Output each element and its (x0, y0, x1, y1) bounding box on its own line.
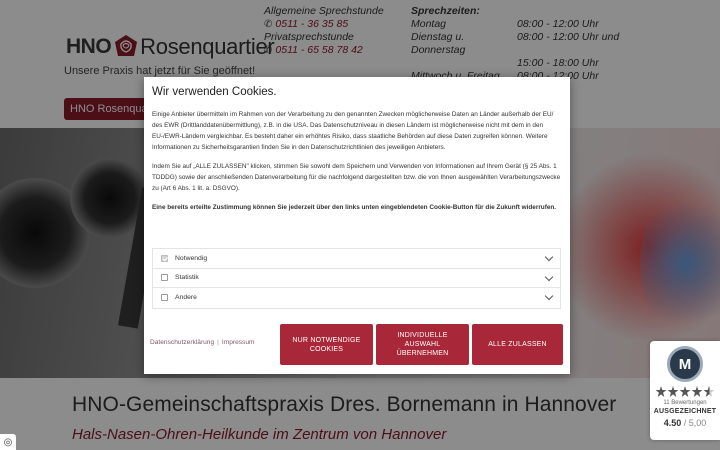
star-icon (691, 386, 703, 397)
rating-stars (650, 386, 720, 397)
checkbox-andere[interactable] (161, 294, 168, 302)
imprint-link[interactable]: Impressum (222, 339, 255, 346)
cookie-category-notwendig[interactable]: Notwendig (153, 249, 560, 269)
star-icon (667, 386, 679, 397)
allow-all-button[interactable]: ALLE ZULASSEN (472, 324, 563, 365)
cookie-text-paragraph: Eine bereits erteilte Zustimmung können … (152, 204, 557, 211)
checkbox-statistik[interactable] (161, 274, 168, 282)
cookie-category-list: Notwendig Statistik Andere (152, 248, 561, 309)
rating-label: AUSGEZEICHNET (653, 408, 717, 415)
cookie-settings-button[interactable]: ◎ (0, 434, 16, 450)
category-label: Andere (175, 294, 197, 302)
cookie-footer-links: Datenschutzerklärung | Impressum (150, 339, 254, 346)
rating-score-value: 4.50 (663, 418, 682, 428)
chevron-down-icon[interactable] (544, 272, 554, 281)
cookie-category-andere[interactable]: Andere (153, 288, 560, 308)
cookie-dialog-body: Einige Anbieter übermitteln im Rahmen vo… (152, 109, 564, 221)
checkbox-notwendig (161, 254, 168, 262)
individual-selection-button[interactable]: INDIVIDUELLE AUSWAHL ÜBERNEHMEN (376, 324, 469, 365)
chevron-down-icon[interactable] (544, 291, 554, 301)
cookie-icon: ◎ (3, 436, 13, 448)
rating-seal-icon: M (667, 346, 703, 382)
rating-score-max: / 5,00 (683, 418, 707, 428)
cookie-consent-dialog: Wir verwenden Cookies. Einige Anbieter ü… (144, 77, 570, 374)
chevron-down-icon[interactable] (544, 252, 554, 262)
link-separator: | (217, 339, 219, 346)
rating-widget[interactable]: M 11 Bewertungen AUSGEZEICHNET 4.50 / 5,… (650, 341, 720, 440)
cookie-text-paragraph: Einige Anbieter übermitteln im Rahmen vo… (152, 111, 554, 151)
privacy-link[interactable]: Datenschutzerklärung (150, 339, 214, 346)
necessary-cookies-button[interactable]: NUR NOTWENDIGE COOKIES (280, 324, 373, 365)
star-icon (655, 386, 667, 397)
cookie-category-statistik[interactable]: Statistik (153, 269, 560, 288)
half-star-icon (703, 386, 715, 397)
rating-score: 4.50 / 5,00 (650, 418, 720, 428)
star-icon (679, 386, 691, 397)
cookie-dialog-title: Wir verwenden Cookies. (152, 86, 277, 98)
category-label: Statistik (175, 274, 199, 282)
rating-count: 11 Bewertungen (663, 400, 707, 406)
cookie-text-paragraph: Indem Sie auf „ALLE ZULASSEN" klicken, s… (152, 163, 561, 192)
category-label: Notwendig (175, 254, 208, 262)
